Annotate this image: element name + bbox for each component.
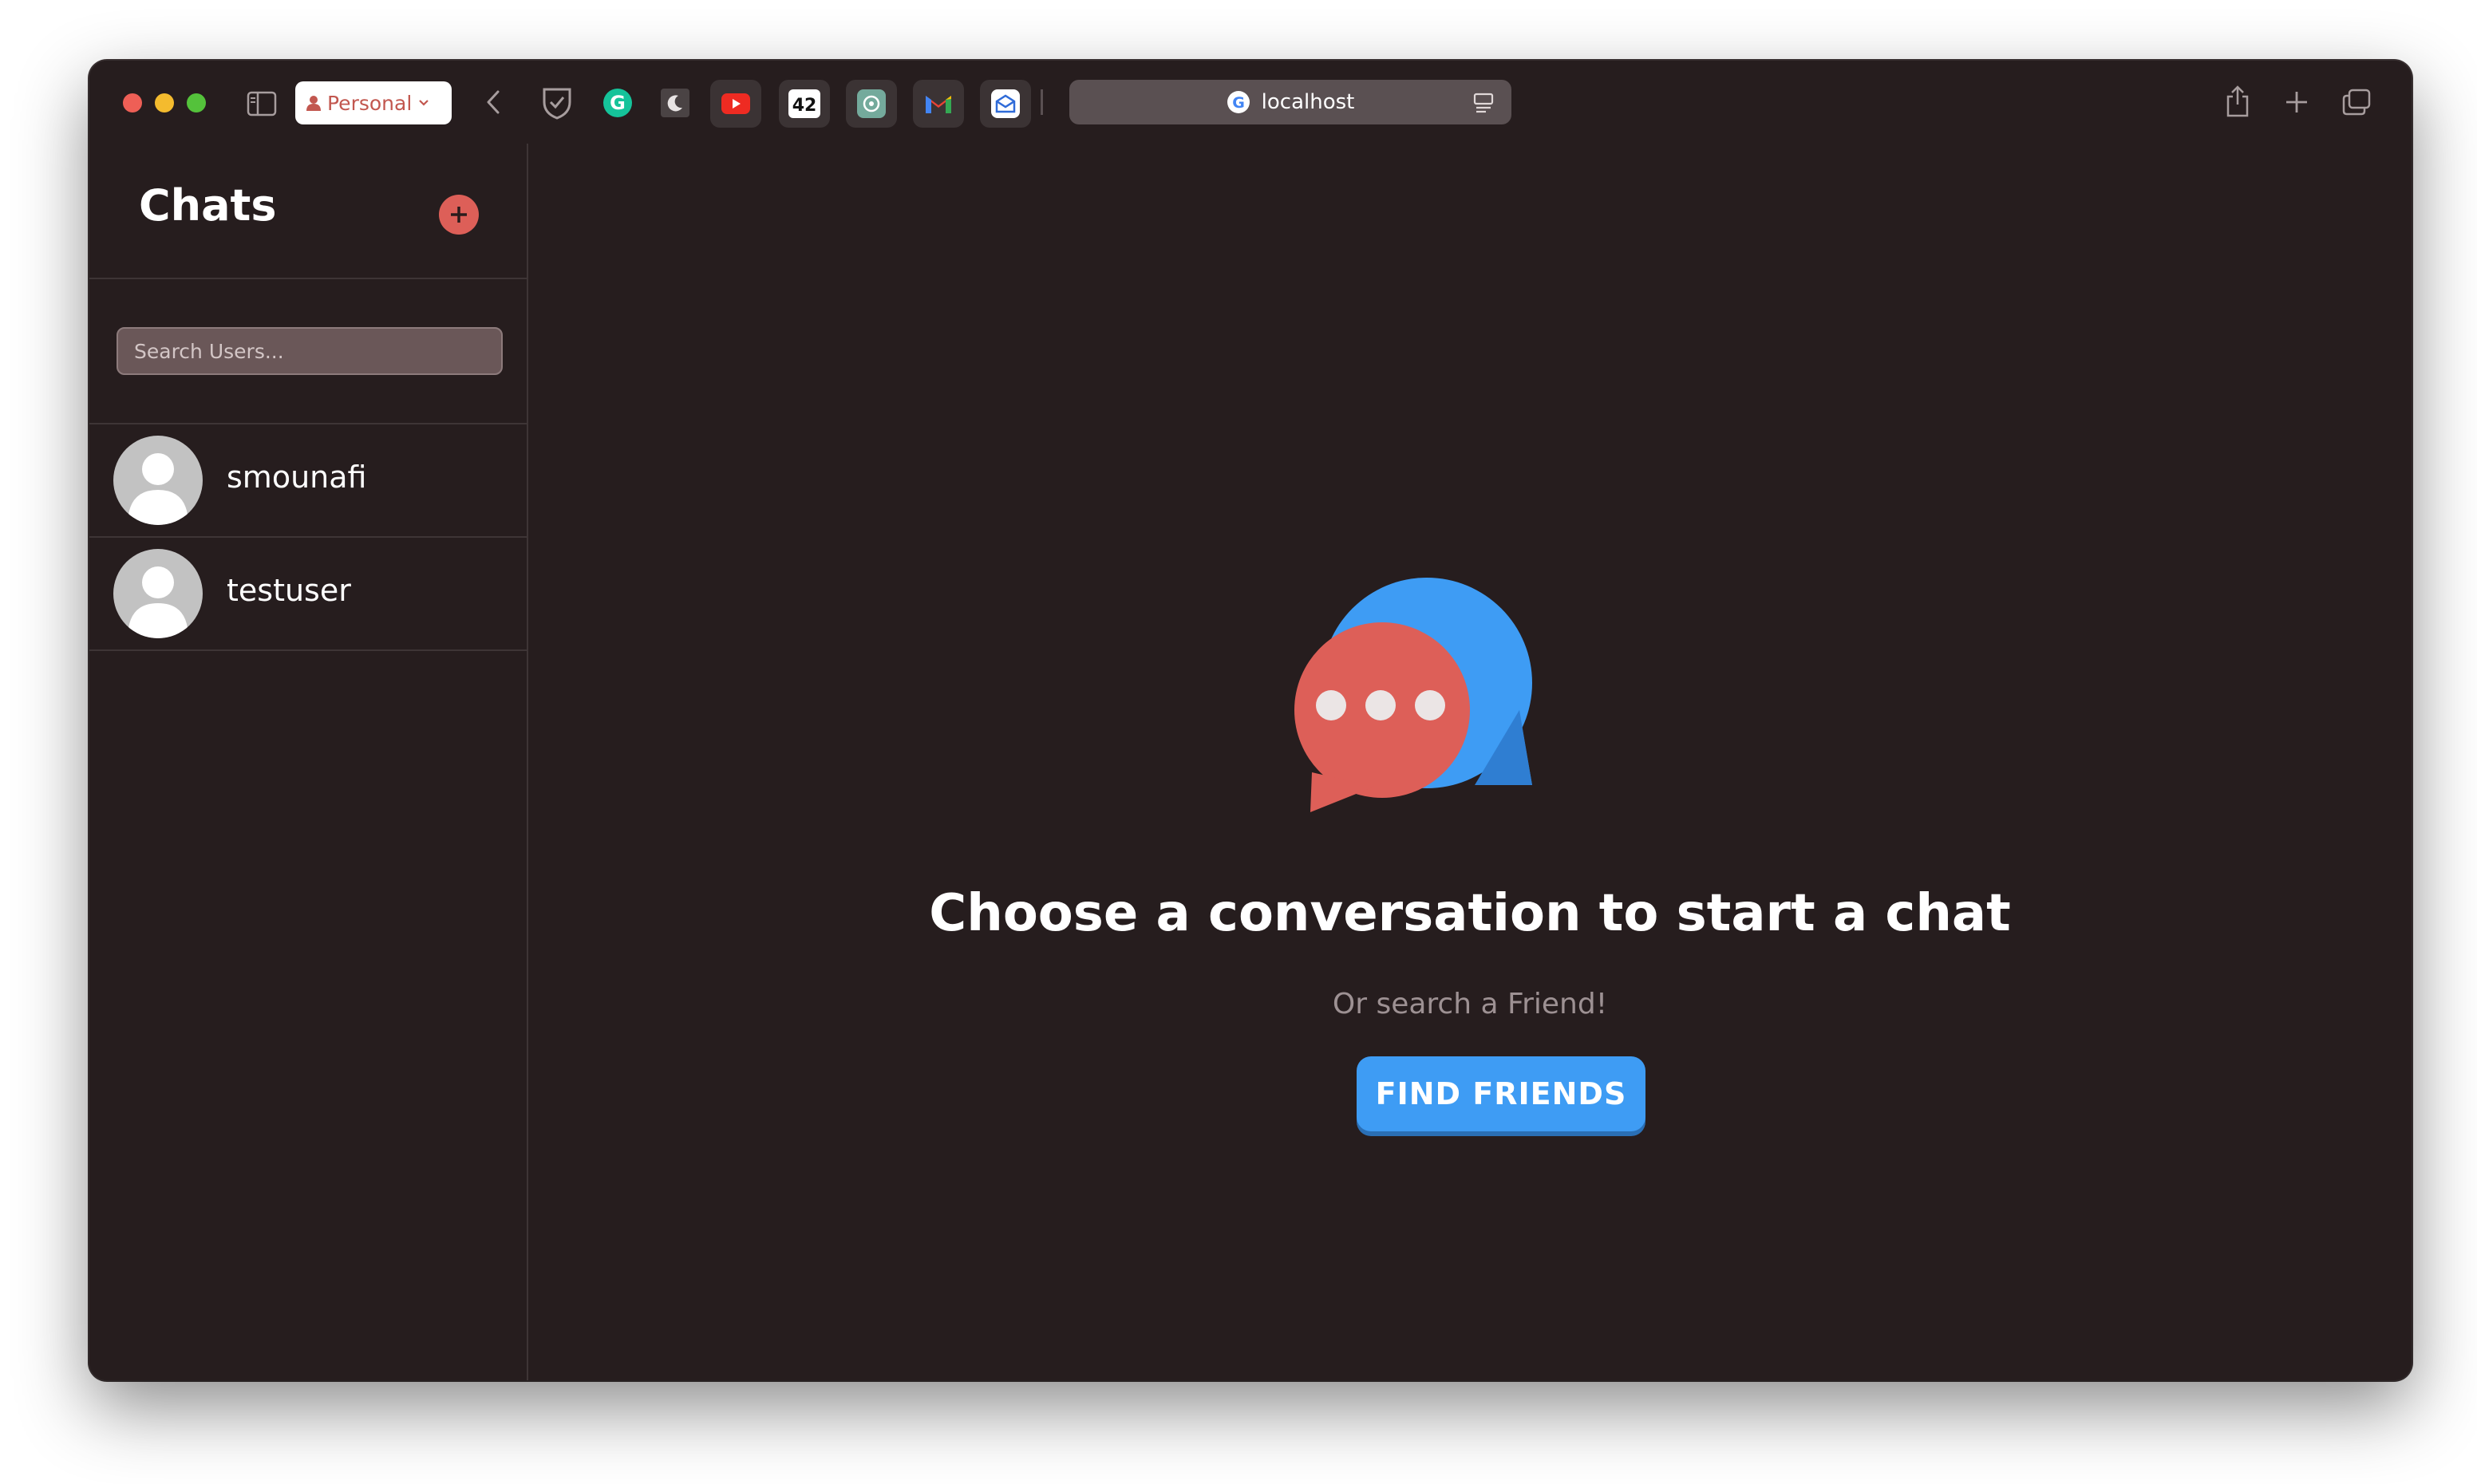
chat-sidebar: Chats smounafi testuser <box>89 144 528 1380</box>
back-arrow-icon[interactable] <box>477 86 509 118</box>
tab-overview-icon[interactable] <box>2340 86 2373 118</box>
default-avatar-icon <box>128 453 188 525</box>
sidebar-title: Chats <box>139 180 277 231</box>
main-heading: Choose a conversation to start a chat <box>929 884 2011 943</box>
sidebar-header: Chats <box>89 144 527 279</box>
google-icon: G <box>1227 91 1250 113</box>
chat-bubbles-icon <box>1294 576 1543 820</box>
plus-icon <box>451 207 467 223</box>
user-list-item[interactable]: smounafi <box>89 424 527 538</box>
svg-text:G: G <box>1232 94 1245 112</box>
sidebar-toggle-icon[interactable] <box>246 88 278 120</box>
close-window-button[interactable] <box>123 93 142 112</box>
reader-icon[interactable] <box>1473 93 1494 113</box>
main-subtitle: Or search a Friend! <box>1332 988 1608 1020</box>
default-avatar-icon <box>128 566 188 638</box>
chat-main-area: Choose a conversation to start a chat Or… <box>528 144 2412 1380</box>
avatar <box>113 436 203 525</box>
new-chat-button[interactable] <box>439 195 479 235</box>
youtube-icon[interactable] <box>710 80 761 128</box>
profile-label: Personal <box>327 91 413 115</box>
avatar <box>113 549 203 638</box>
42-icon[interactable]: 42 <box>779 80 830 128</box>
dark-mode-icon[interactable] <box>651 83 699 123</box>
browser-toolbar: Personal G 42 G localhost <box>89 61 2412 144</box>
search-section <box>89 279 527 424</box>
chatgpt-icon[interactable] <box>846 80 897 128</box>
url-text: localhost <box>1261 90 1355 114</box>
share-icon[interactable] <box>2222 83 2254 120</box>
bitwarden-icon[interactable] <box>533 83 581 123</box>
user-name: smounafi <box>227 460 367 495</box>
maximize-window-button[interactable] <box>187 93 206 112</box>
person-icon <box>306 96 321 111</box>
address-bar[interactable]: G localhost <box>1069 80 1511 124</box>
browser-window: Personal G 42 G localhost Chats Search U… <box>89 61 2412 1380</box>
mail-icon[interactable] <box>980 80 1031 128</box>
profile-button[interactable]: Personal <box>295 81 452 124</box>
find-friends-button[interactable]: FIND FRIENDS <box>1357 1056 1645 1131</box>
new-tab-icon[interactable] <box>2281 86 2313 118</box>
chevron-down-icon <box>419 100 429 106</box>
search-users-input[interactable] <box>117 327 503 375</box>
gmail-icon[interactable] <box>913 80 964 128</box>
toolbar-divider <box>1041 89 1043 115</box>
user-list-item[interactable]: testuser <box>89 538 527 651</box>
svg-text:42: 42 <box>792 96 817 116</box>
user-name: testuser <box>227 573 351 608</box>
minimize-window-button[interactable] <box>155 93 174 112</box>
svg-text:G: G <box>610 92 626 114</box>
grammarly-icon[interactable]: G <box>594 83 642 123</box>
